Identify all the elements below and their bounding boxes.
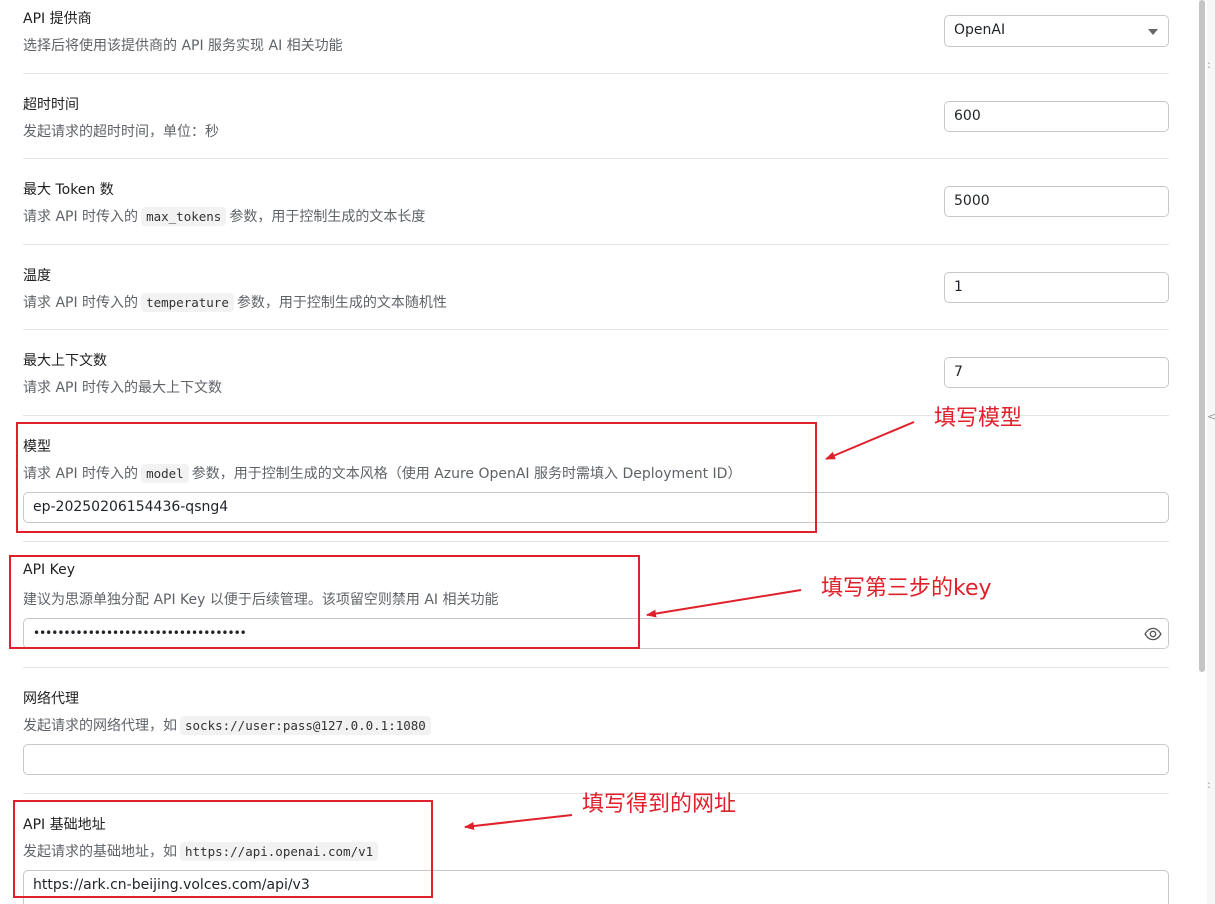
arrow-to-model — [825, 421, 915, 460]
arrow-to-api-key — [646, 589, 802, 618]
arrow-to-base-url — [464, 814, 573, 830]
annotation-arrows — [464, 421, 915, 830]
